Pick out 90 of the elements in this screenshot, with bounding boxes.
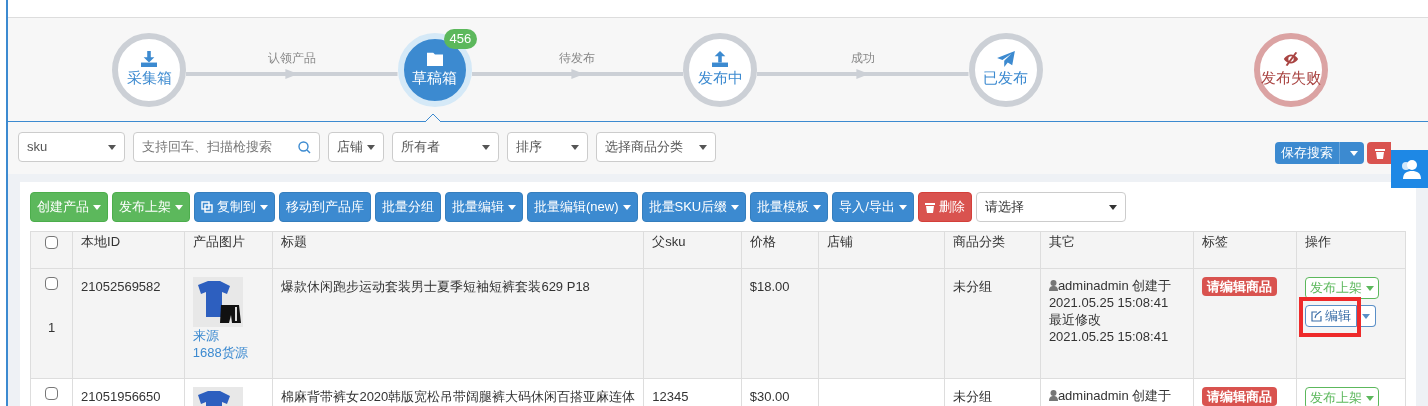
caret-icon xyxy=(93,204,101,210)
count-badge: 456 xyxy=(443,28,478,49)
toolbar-button[interactable]: 批量SKU后缀 xyxy=(641,192,747,222)
step-label: 采集箱 xyxy=(126,69,172,88)
trash-icon xyxy=(1375,147,1385,159)
select-field[interactable]: sku xyxy=(18,132,125,162)
table-cell: 21052569582 xyxy=(72,268,185,379)
column-header: 父sku xyxy=(643,231,742,269)
download-icon xyxy=(140,51,158,68)
step-label: 草稿箱 xyxy=(412,69,457,88)
column-header: 操作 xyxy=(1296,231,1406,269)
checkbox[interactable] xyxy=(45,387,58,400)
toolbar-button[interactable]: 创建产品 xyxy=(30,192,108,222)
status-tag: 请编辑商品 xyxy=(1202,387,1278,406)
step-label: 已发布 xyxy=(983,69,1028,88)
caret-icon xyxy=(260,204,268,210)
select-field[interactable]: 排序 xyxy=(507,132,588,162)
toolbar-button[interactable]: 导入/导出 xyxy=(832,192,914,222)
column-header: 标题 xyxy=(272,231,644,269)
search-box[interactable]: 支持回车、扫描枪搜索 xyxy=(133,132,320,162)
caret-icon xyxy=(813,204,822,210)
caret-icon xyxy=(508,204,516,210)
table-cell: 12345 xyxy=(643,378,742,406)
column-header: 标签 xyxy=(1193,231,1297,269)
toolbar-button[interactable]: 移动到产品库 xyxy=(279,192,371,222)
table-cell: 未分组 xyxy=(944,378,1041,406)
connector-label: 待发布 xyxy=(559,49,596,67)
folder-icon xyxy=(425,51,444,68)
user-icon xyxy=(1048,390,1058,401)
edit-button[interactable]: 编辑 xyxy=(1305,305,1358,327)
select-field[interactable]: 所有者 xyxy=(392,132,499,162)
eye-slash-icon xyxy=(1282,51,1300,68)
caret-icon xyxy=(1350,150,1358,156)
trash-icon xyxy=(924,201,935,213)
select-field[interactable]: 请选择 xyxy=(975,192,1126,222)
info-text: 2021.05.25 15:08:41 xyxy=(1048,294,1170,311)
upload-icon xyxy=(711,51,729,68)
publish-button[interactable]: 发布上架 xyxy=(1305,277,1380,299)
column-header: 商品分类 xyxy=(944,231,1041,269)
table-cell: 未分组 xyxy=(944,268,1041,379)
table-cell: $18.00 xyxy=(741,268,819,379)
select-field[interactable]: 选择商品分类 xyxy=(596,132,716,162)
table-cell: 21051956650 xyxy=(72,378,185,406)
connector-label: 成功 xyxy=(850,49,875,67)
table-cell: 爆款休闲跑步运动套装男士夏季短袖短裤套装629 P18 xyxy=(272,268,644,379)
connector-label: 认领产品 xyxy=(267,49,316,67)
search-input[interactable]: 支持回车、扫描枪搜索 xyxy=(142,137,292,157)
info-text: 最近修改 xyxy=(1048,311,1102,328)
row-number: 1 xyxy=(47,319,56,337)
paper-plane-icon xyxy=(996,51,1015,68)
publish-button[interactable]: 发布上架 xyxy=(1305,387,1380,406)
checkbox[interactable] xyxy=(45,277,58,290)
toolbar-button[interactable]: 批量编辑(new) xyxy=(527,192,638,222)
user-icon xyxy=(1048,280,1058,291)
caret-icon xyxy=(367,144,375,150)
toolbar-button[interactable]: 批量模板 xyxy=(750,192,829,222)
dropdown-button[interactable]: 店铺 xyxy=(328,132,384,162)
caret-icon xyxy=(1366,285,1375,291)
creator-text: adminadmin 创建于 xyxy=(1057,277,1172,294)
caret-icon xyxy=(175,204,183,210)
toolbar-button[interactable]: 复制到 xyxy=(194,192,275,222)
column-header: 产品图片 xyxy=(184,231,273,269)
step-label: 发布失败 xyxy=(1261,69,1321,88)
status-tag: 请编辑商品 xyxy=(1202,277,1278,296)
copy-icon xyxy=(201,201,213,213)
source-link[interactable]: 1688货源 xyxy=(192,344,265,361)
toolbar-button[interactable]: 发布上架 xyxy=(112,192,190,222)
search-icon xyxy=(298,140,311,154)
contacts-button[interactable] xyxy=(1391,150,1428,188)
caret-icon xyxy=(1366,395,1375,401)
source-link[interactable]: 来源 xyxy=(192,327,265,344)
column-header: 其它 xyxy=(1040,231,1194,269)
column-header: 店铺 xyxy=(818,231,945,269)
creator-text: adminadmin 创建于 xyxy=(1057,387,1172,404)
caret-icon xyxy=(731,204,740,210)
step-label: 发布中 xyxy=(697,69,743,88)
caret-icon xyxy=(898,204,907,210)
checkbox[interactable] xyxy=(45,236,58,250)
table-cell: 棉麻背带裤女2020韩版宽松吊带阔腿裤大码休闲百搭亚麻连体 xyxy=(272,378,644,406)
clear-button[interactable] xyxy=(1367,142,1391,164)
column-header: 本地ID xyxy=(72,231,185,269)
caret-icon xyxy=(622,204,631,210)
info-text: 2021.05.25 15:08:41 xyxy=(1048,328,1170,345)
toolbar-button[interactable]: 删除 xyxy=(917,192,972,222)
toolbar-button[interactable]: 批量分组 xyxy=(375,192,441,222)
toolbar-button[interactable]: 批量编辑 xyxy=(445,192,523,222)
edit-icon xyxy=(1311,310,1323,322)
table-cell: $30.00 xyxy=(741,378,819,406)
save-search-button[interactable]: 保存搜索 xyxy=(1275,142,1364,164)
column-header: 价格 xyxy=(741,231,819,269)
